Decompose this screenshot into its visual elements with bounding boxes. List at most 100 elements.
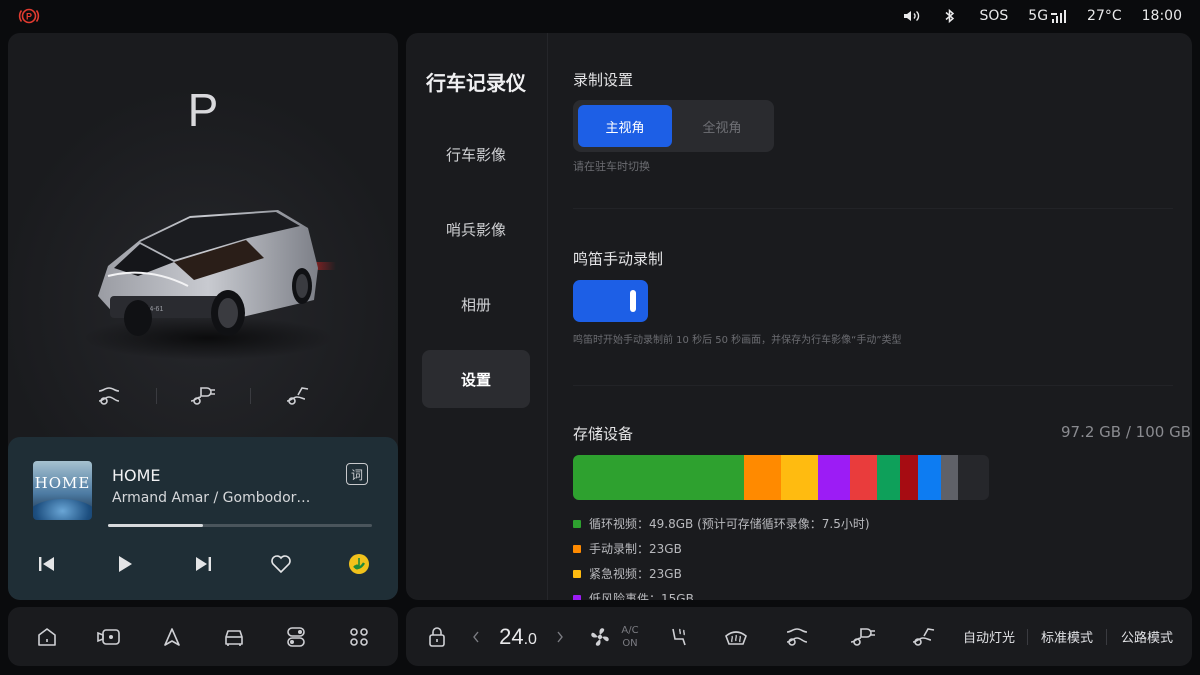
- storage-segment: [573, 455, 744, 500]
- legend-label: 循环视频：49.8GB (预计可存储循环录像：7.5小时): [589, 517, 870, 531]
- main-view-option[interactable]: 主视角: [578, 105, 672, 147]
- storage-title: 存储设备: [573, 425, 634, 443]
- svg-text:P: P: [26, 12, 32, 22]
- nav-title: 行车记录仪: [426, 71, 526, 95]
- storage-segment: [941, 455, 958, 500]
- playback-progress-fill: [108, 524, 204, 527]
- legend-dot: [573, 594, 581, 600]
- lyrics-button[interactable]: 词: [346, 463, 368, 485]
- horn-record-hint: 鸣笛时开始手动录制前 10 秒后 50 秒画面，并保存为行车影像“手动”类型: [573, 335, 902, 346]
- gear-indicator: P: [187, 84, 219, 136]
- storage-segment: [780, 455, 819, 500]
- legend-label: 紧急视频：23GB: [589, 567, 682, 581]
- storage-segment: [743, 455, 781, 500]
- vehicle-shortcut-bar: [8, 385, 398, 407]
- temperature-value: 24: [499, 623, 524, 649]
- song-artist: Armand Amar / Gombodorj...: [112, 490, 312, 506]
- ac-status[interactable]: A/C ON: [616, 607, 644, 666]
- legend-manual-record: 手动录制：23GB: [573, 540, 682, 557]
- controls-icon[interactable]: [278, 619, 314, 655]
- main-dock: [8, 607, 398, 666]
- app-grid-icon[interactable]: [341, 619, 377, 655]
- temp-down-icon[interactable]: [466, 607, 486, 666]
- toggle-knob: [630, 290, 636, 312]
- storage-segment: [899, 455, 919, 500]
- legend-label: 低风险事件：15GB: [589, 592, 694, 600]
- nav-item-album[interactable]: 相册: [422, 275, 530, 333]
- trunk-icon[interactable]: [251, 385, 344, 407]
- charge-port-icon[interactable]: [846, 607, 880, 666]
- defrost-icon[interactable]: [718, 607, 754, 666]
- ac-label: A/C: [621, 624, 639, 636]
- mirror-adjust-icon[interactable]: [63, 385, 156, 407]
- legend-label: 手动录制：23GB: [589, 542, 682, 556]
- seat-heat-icon[interactable]: [662, 607, 696, 666]
- volume-icon[interactable]: [903, 7, 921, 25]
- bluetooth-icon[interactable]: [941, 7, 959, 25]
- navigation-icon[interactable]: [154, 619, 190, 655]
- album-cover[interactable]: HOME: [33, 461, 92, 520]
- clock: 18:00: [1141, 8, 1182, 24]
- nav-item-settings[interactable]: 设置: [422, 350, 530, 408]
- network-label: 5G: [1028, 8, 1049, 24]
- music-app-icon[interactable]: [320, 549, 398, 579]
- music-player: HOME HOME Armand Amar / Gombodorj... 词: [8, 437, 398, 600]
- temp-up-icon[interactable]: [550, 607, 570, 666]
- play-button[interactable]: [86, 549, 164, 579]
- view-mode-selector: 主视角 全视角: [573, 100, 774, 152]
- legend-dot: [573, 544, 581, 553]
- favorite-button[interactable]: [242, 549, 320, 579]
- legend-loop-video: 循环视频：49.8GB (预计可存储循环录像：7.5小时): [573, 515, 870, 532]
- horn-record-title: 鸣笛手动录制: [573, 250, 664, 268]
- full-view-option[interactable]: 全视角: [675, 105, 769, 147]
- legend-dot: [573, 569, 581, 578]
- home-icon[interactable]: [29, 619, 65, 655]
- nav-item-driving-video[interactable]: 行车影像: [422, 125, 530, 183]
- album-cover-title: HOME: [34, 474, 91, 492]
- temperature-display[interactable]: 24.0: [488, 607, 548, 666]
- status-bar: P SOS 5G 27°C 18:00: [0, 0, 1200, 32]
- storage-segment: [849, 455, 877, 500]
- climate-dock: 24.0 A/C ON 自动灯光 标准模式 公路模式: [406, 607, 1192, 666]
- outside-temperature: 27°C: [1087, 8, 1122, 24]
- car-image[interactable]: Q64-61: [78, 168, 338, 368]
- sos-label[interactable]: SOS: [979, 8, 1008, 24]
- playback-progress[interactable]: [108, 524, 372, 527]
- playback-controls: [8, 549, 398, 579]
- vehicle-icon[interactable]: [216, 619, 252, 655]
- legend-low-risk-event: 低风险事件：15GB: [573, 590, 694, 600]
- signal-icon: [1051, 9, 1067, 23]
- lock-icon[interactable]: [420, 607, 454, 666]
- previous-track-button[interactable]: [8, 549, 86, 579]
- horn-record-toggle[interactable]: [573, 280, 648, 322]
- song-title: HOME: [112, 466, 161, 485]
- album-earth: [33, 499, 92, 520]
- network-indicator: 5G: [1028, 8, 1067, 24]
- vehicle-panel: P Q64-61 HOME HOME Armand Amar / Gombodo…: [8, 33, 398, 600]
- next-track-button[interactable]: [164, 549, 242, 579]
- mirror-adjust-icon[interactable]: [780, 607, 814, 666]
- storage-segment: [876, 455, 900, 500]
- charge-port-icon[interactable]: [157, 385, 250, 407]
- section-divider: [573, 385, 1173, 386]
- view-mode-hint: 请在驻车时切换: [573, 160, 650, 173]
- divider: [1106, 629, 1107, 645]
- standard-mode-button[interactable]: 标准模式: [1034, 607, 1100, 666]
- dashcam-panel: 行车记录仪 行车影像 哨兵影像 相册 设置 录制设置 主视角 全视角 请在驻车时…: [406, 33, 1192, 600]
- parking-brake-icon: P: [18, 7, 40, 25]
- settings-content: 录制设置 主视角 全视角 请在驻车时切换 鸣笛手动录制 鸣笛时开始手动录制前 1…: [573, 33, 1191, 600]
- camera-view-icon[interactable]: [91, 619, 127, 655]
- nav-item-sentry-video[interactable]: 哨兵影像: [422, 200, 530, 258]
- dashcam-nav: 行车记录仪 行车影像 哨兵影像 相册 设置: [406, 33, 548, 600]
- auto-light-button[interactable]: 自动灯光: [956, 607, 1022, 666]
- trunk-icon[interactable]: [906, 607, 940, 666]
- road-mode-button[interactable]: 公路模式: [1114, 607, 1180, 666]
- record-settings-title: 录制设置: [573, 71, 634, 89]
- ac-state: ON: [622, 637, 638, 649]
- storage-segment: [818, 455, 850, 500]
- storage-usage: 97.2 GB / 100 GB: [1061, 423, 1191, 441]
- section-divider: [573, 208, 1173, 209]
- storage-usage-bar: [573, 455, 989, 500]
- temperature-decimal: .0: [523, 630, 537, 648]
- fan-icon[interactable]: [584, 607, 616, 666]
